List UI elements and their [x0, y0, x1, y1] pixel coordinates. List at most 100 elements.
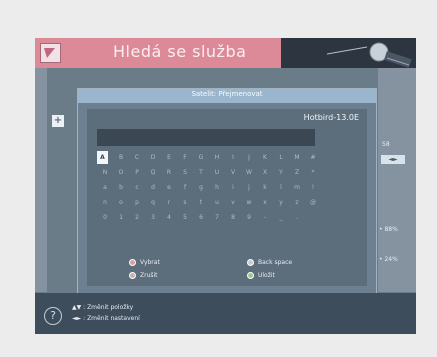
- help-icon: ?: [44, 307, 62, 325]
- keyboard-key[interactable]: p: [129, 196, 145, 209]
- keyboard-key[interactable]: U: [209, 166, 225, 179]
- signal-strength-value: • 88%: [379, 226, 398, 233]
- keyboard-key[interactable]: W: [241, 166, 257, 179]
- keyboard-key[interactable]: N: [97, 166, 113, 179]
- left-panel: [35, 68, 47, 292]
- keyboard-key[interactable]: s: [177, 196, 193, 209]
- keyboard-key[interactable]: r: [161, 196, 177, 209]
- keyboard-key[interactable]: G: [193, 151, 209, 164]
- keyboard-key[interactable]: u: [209, 196, 225, 209]
- exit-key-icon: [129, 272, 136, 279]
- keyboard-key[interactable]: 1: [113, 211, 129, 224]
- keyboard-key[interactable]: 6: [193, 211, 209, 224]
- keyboard-key[interactable]: y: [273, 196, 289, 209]
- keyboard-key[interactable]: Q: [145, 166, 161, 179]
- keyboard-key[interactable]: E: [161, 151, 177, 164]
- keyboard-key[interactable]: 0: [97, 211, 113, 224]
- legend-save-label: Uložit: [258, 272, 275, 279]
- keyboard-key[interactable]: 8: [225, 211, 241, 224]
- keyboard-key[interactable]: j: [241, 181, 257, 194]
- keyboard-key[interactable]: t: [193, 196, 209, 209]
- keyboard-key[interactable]: K: [257, 151, 273, 164]
- keyboard-key[interactable]: b: [113, 181, 129, 194]
- keyboard-key[interactable]: a: [97, 181, 113, 194]
- keyboard-key[interactable]: v: [225, 196, 241, 209]
- keyboard-key[interactable]: 2: [129, 211, 145, 224]
- legend-back-space[interactable]: Back space: [247, 259, 292, 266]
- hint-up-down: ▲▼ : Změnit položky: [72, 304, 134, 311]
- legend-exit[interactable]: Zrušit: [129, 272, 158, 279]
- keyboard-key[interactable]: Y: [273, 166, 289, 179]
- keyboard-key[interactable]: B: [113, 151, 129, 164]
- dialog-legend: Vybrat Back space Zrušit Uložit: [87, 255, 367, 285]
- keyboard-key[interactable]: m: [289, 181, 305, 194]
- keyboard-key[interactable]: Z: [289, 166, 305, 179]
- keyboard-key[interactable]: @: [305, 196, 321, 209]
- legend-back-space-label: Back space: [258, 259, 293, 266]
- legend-save[interactable]: Uložit: [247, 272, 275, 279]
- keyboard-key[interactable]: P: [129, 166, 145, 179]
- keyboard-row: N O P Q R S T U V W X Y Z *: [97, 166, 347, 181]
- page-title: Hledá se služba: [113, 42, 247, 61]
- keyboard-row: a b c d e f g h i j k l m!: [97, 181, 347, 196]
- keyboard-key[interactable]: #: [305, 151, 321, 164]
- keyboard-key[interactable]: x: [257, 196, 273, 209]
- dialog-title: Satelit: Přejmenovat: [191, 90, 263, 98]
- keyboard-key[interactable]: R: [161, 166, 177, 179]
- keyboard-key[interactable]: l: [273, 181, 289, 194]
- legend-select-label: Vybrat: [140, 259, 160, 266]
- keyboard-key[interactable]: L: [273, 151, 289, 164]
- left-right-arrows-icon: ◄►: [381, 155, 405, 164]
- keyboard-key[interactable]: S: [177, 166, 193, 179]
- keyboard-key[interactable]: V: [225, 166, 241, 179]
- keyboard-key[interactable]: z: [289, 196, 305, 209]
- dialog-body: Hotbird-13.0E A B C D E F G H I J K L M # N O P Q R S T U V W X Y…: [87, 109, 367, 286]
- keyboard-key[interactable]: k: [257, 181, 273, 194]
- keyboard-key[interactable]: 5: [177, 211, 193, 224]
- footer-bar: ? ▲▼ : Změnit položky ◄► : Změnit nastav…: [35, 293, 416, 334]
- keyboard-key[interactable]: f: [177, 181, 193, 194]
- keyboard-key[interactable]: -: [257, 211, 273, 224]
- hint-left-right: ◄► : Změnit nastavení: [72, 315, 140, 322]
- keyboard-key[interactable]: D: [145, 151, 161, 164]
- keyboard-key[interactable]: 7: [209, 211, 225, 224]
- name-input[interactable]: [97, 129, 315, 146]
- keyboard-key[interactable]: e: [161, 181, 177, 194]
- keyboard-key[interactable]: A: [97, 151, 108, 164]
- plus-icon: +: [52, 115, 64, 127]
- keyboard-row: 0 1 2 3 4 5 6 7 8 9- _.: [97, 211, 347, 226]
- keyboard-key[interactable]: J: [241, 151, 257, 164]
- keyboard-key[interactable]: H: [209, 151, 225, 164]
- keyboard-key[interactable]: I: [225, 151, 241, 164]
- keyboard-key[interactable]: 9: [241, 211, 257, 224]
- keyboard-key[interactable]: _: [273, 211, 289, 224]
- keyboard-key[interactable]: T: [193, 166, 209, 179]
- rename-dialog: Satelit: Přejmenovat Hotbird-13.0E ABCDE…: [77, 88, 377, 294]
- keyboard-row: n o p q r s t u v w x y z @: [97, 196, 347, 211]
- keyboard-key[interactable]: g: [193, 181, 209, 194]
- keyboard-key[interactable]: .: [289, 211, 305, 224]
- keyboard-key[interactable]: *: [305, 166, 321, 179]
- keyboard-key[interactable]: w: [241, 196, 257, 209]
- keyboard-key[interactable]: C: [129, 151, 145, 164]
- title-bar: Hledá se služba: [35, 38, 416, 68]
- green-key-icon: [247, 272, 254, 279]
- keyboard-key[interactable]: d: [145, 181, 161, 194]
- keyboard-key[interactable]: !: [305, 181, 321, 194]
- keyboard-key[interactable]: F: [177, 151, 193, 164]
- signal-quality-value: • 24%: [379, 256, 398, 263]
- keyboard-key[interactable]: X: [257, 166, 273, 179]
- keyboard-key[interactable]: n: [97, 196, 113, 209]
- keyboard-key[interactable]: M: [289, 151, 305, 164]
- legend-select[interactable]: Vybrat: [129, 259, 160, 266]
- keyboard-key[interactable]: q: [145, 196, 161, 209]
- keyboard-key[interactable]: 3: [145, 211, 161, 224]
- keyboard-key[interactable]: c: [129, 181, 145, 194]
- keyboard-key[interactable]: O: [113, 166, 129, 179]
- satellite-icon: [327, 42, 412, 68]
- keyboard-key[interactable]: o: [113, 196, 129, 209]
- keyboard-key[interactable]: 4: [161, 211, 177, 224]
- keyboard-key[interactable]: h: [209, 181, 225, 194]
- tv-screen: Hledá se služba + 58 ◄► • 88% • 24% Sate…: [35, 38, 416, 334]
- keyboard-key[interactable]: i: [225, 181, 241, 194]
